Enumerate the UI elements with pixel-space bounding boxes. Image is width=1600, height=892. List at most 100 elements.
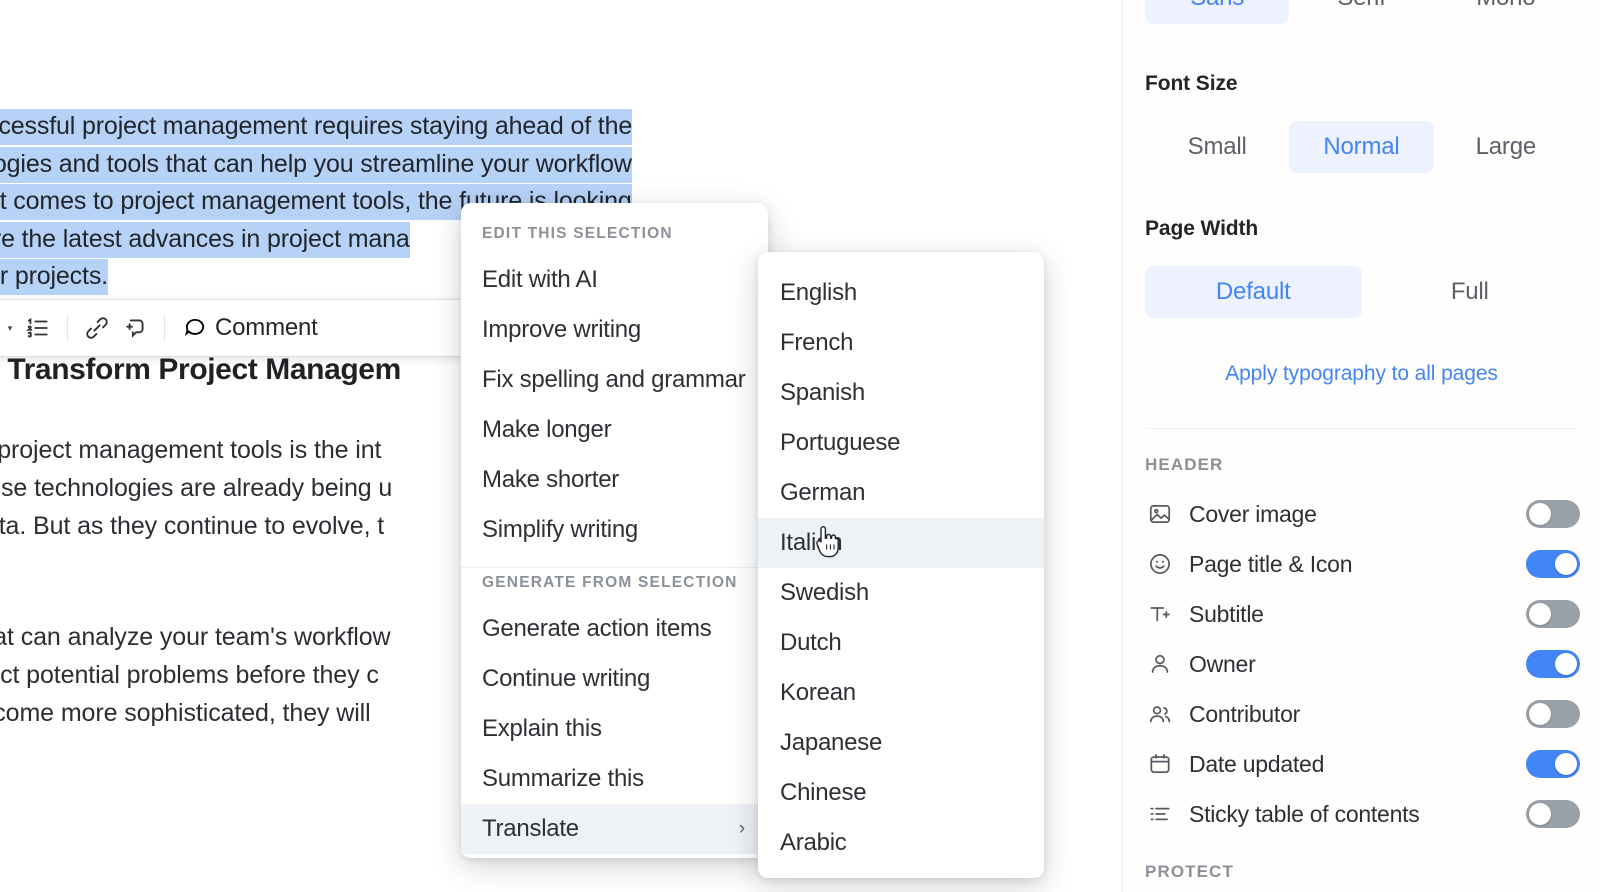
option-row-sticky-table-of-contents[interactable]: Sticky table of contents: [1123, 789, 1600, 839]
bullet-caret-icon[interactable]: ▾: [2, 308, 18, 348]
image-icon: [1145, 499, 1175, 529]
menu-separator: [461, 567, 768, 568]
submenu-item-chinese[interactable]: Chinese: [758, 768, 1044, 818]
option-row-owner[interactable]: Owner: [1123, 639, 1600, 689]
menu-item-make-shorter[interactable]: Make shorter: [461, 455, 768, 505]
body-line: ts in project management tools is the in…: [0, 436, 382, 464]
font-family-segmented-control[interactable]: Sans Serif Mono: [1123, 0, 1600, 24]
menu-item-label: Edit with AI: [482, 266, 598, 293]
toggle-knob: [1529, 503, 1551, 525]
font-size-option-small[interactable]: Small: [1145, 121, 1289, 173]
submenu-item-japanese[interactable]: Japanese: [758, 718, 1044, 768]
option-row-subtitle[interactable]: Subtitle: [1123, 589, 1600, 639]
toolbar-divider: [164, 315, 165, 341]
menu-item-label: Make shorter: [482, 466, 620, 493]
calendar-icon: [1145, 749, 1175, 779]
toggle-owner[interactable]: [1526, 650, 1580, 678]
menu-item-label: Explain this: [482, 715, 602, 742]
submenu-item-label: Italian: [780, 529, 843, 556]
smiley-icon: [1145, 549, 1175, 579]
option-row-date-updated[interactable]: Date updated: [1123, 739, 1600, 789]
submenu-item-italian[interactable]: Italian: [758, 518, 1044, 568]
menu-item-edit-with-ai[interactable]: Edit with AI: [461, 255, 768, 305]
toggle-contributor[interactable]: [1526, 700, 1580, 728]
toggle-subtitle[interactable]: [1526, 600, 1580, 628]
submenu-item-german[interactable]: German: [758, 468, 1044, 518]
protect-section-title: PROTECT: [1145, 862, 1234, 881]
option-row-contributor[interactable]: Contributor: [1123, 689, 1600, 739]
option-row-cover-image[interactable]: Cover image: [1123, 489, 1600, 539]
menu-item-fix-spelling-and-grammar[interactable]: Fix spelling and grammar: [461, 355, 768, 405]
option-label: Cover image: [1189, 500, 1317, 527]
submenu-item-label: Chinese: [780, 779, 867, 806]
formatting-toolbar[interactable]: ▾ ▾ ▾: [0, 300, 480, 356]
selected-line: nologies and tools that can help you str…: [0, 146, 632, 184]
option-row-page-title-and-icon[interactable]: Page title & Icon: [1123, 539, 1600, 589]
menu-item-continue-writing[interactable]: Continue writing: [461, 654, 768, 704]
toggle-page-title-and-icon[interactable]: [1526, 550, 1580, 578]
menu-item-label: Translate: [482, 815, 579, 842]
menu-item-translate[interactable]: Translate ›: [461, 804, 768, 854]
menu-item-simplify-writing[interactable]: Simplify writing: [461, 505, 768, 555]
body-line: g become more sophisticated, they will: [0, 699, 371, 727]
toggle-knob: [1555, 553, 1577, 575]
add-comment-icon[interactable]: [117, 308, 153, 348]
page-width-label: Page Width: [1145, 217, 1259, 240]
submenu-item-french[interactable]: French: [758, 318, 1044, 368]
apply-typography-link[interactable]: Apply typography to all pages: [1123, 362, 1600, 386]
font-size-segmented-control[interactable]: Small Normal Large: [1123, 121, 1600, 173]
numbered-list-icon[interactable]: [20, 308, 56, 348]
submenu-item-label: Dutch: [780, 629, 842, 656]
font-family-option-sans[interactable]: Sans: [1145, 0, 1290, 24]
page-width-option-default[interactable]: Default: [1145, 266, 1362, 318]
text-add-icon: [1145, 599, 1175, 629]
submenu-item-label: English: [780, 279, 857, 306]
menu-item-improve-writing[interactable]: Improve writing: [461, 305, 768, 355]
font-size-label: Font Size: [1145, 72, 1238, 95]
body-line: . These technologies are already being u: [0, 474, 393, 502]
menu-item-label: Generate action items: [482, 615, 712, 642]
toolbar-divider: [67, 315, 68, 341]
toggle-sticky-table-of-contents[interactable]: [1526, 800, 1580, 828]
menu-section-title-edit: EDIT THIS SELECTION: [482, 225, 673, 242]
document-heading: Will Transform Project Managem: [7, 353, 401, 386]
font-size-option-normal[interactable]: Normal: [1289, 121, 1434, 173]
typography-settings-panel[interactable]: Sans Serif Mono Font Size Small Normal L…: [1122, 0, 1600, 892]
font-size-option-large[interactable]: Large: [1434, 121, 1578, 173]
link-icon[interactable]: [79, 308, 115, 348]
page-width-option-full[interactable]: Full: [1362, 266, 1579, 318]
submenu-item-swedish[interactable]: Swedish: [758, 568, 1044, 618]
submenu-item-label: French: [780, 329, 854, 356]
font-family-option-serif[interactable]: Serif: [1289, 0, 1433, 24]
toggle-knob: [1555, 653, 1577, 675]
submenu-item-english[interactable]: English: [758, 268, 1044, 318]
submenu-item-label: Portuguese: [780, 429, 901, 456]
submenu-item-korean[interactable]: Korean: [758, 668, 1044, 718]
submenu-item-arabic[interactable]: Arabic: [758, 818, 1044, 868]
toggle-date-updated[interactable]: [1526, 750, 1580, 778]
submenu-item-spanish[interactable]: Spanish: [758, 368, 1044, 418]
font-family-option-mono[interactable]: Mono: [1434, 0, 1578, 24]
submenu-item-label: Arabic: [780, 829, 847, 856]
option-label: Subtitle: [1189, 600, 1264, 627]
comment-button[interactable]: Comment: [176, 308, 324, 348]
toggle-knob: [1555, 753, 1577, 775]
ai-context-menu[interactable]: EDIT THIS SELECTION Edit with AI Improve…: [461, 203, 768, 858]
menu-item-label: Summarize this: [482, 765, 644, 792]
menu-item-summarize-this[interactable]: Summarize this: [461, 754, 768, 804]
menu-item-label: Improve writing: [482, 316, 641, 343]
selected-line: plore the latest advances in project man…: [0, 221, 410, 259]
menu-item-explain-this[interactable]: Explain this: [461, 704, 768, 754]
toggle-knob: [1529, 703, 1551, 725]
toggle-cover-image[interactable]: [1526, 500, 1580, 528]
menu-item-generate-action-items[interactable]: Generate action items: [461, 604, 768, 654]
page-width-segmented-control[interactable]: Default Full: [1123, 266, 1600, 318]
submenu-item-portuguese[interactable]: Portuguese: [758, 418, 1044, 468]
selected-line-text: nologies and tools that can help you str…: [0, 146, 632, 183]
selected-line: your projects.: [0, 258, 108, 296]
people-icon: [1145, 699, 1175, 729]
body-line: m that can analyze your team's workflow: [0, 623, 391, 651]
submenu-item-dutch[interactable]: Dutch: [758, 618, 1044, 668]
translate-submenu[interactable]: English French Spanish Portuguese German…: [758, 252, 1044, 878]
menu-item-make-longer[interactable]: Make longer: [461, 405, 768, 455]
